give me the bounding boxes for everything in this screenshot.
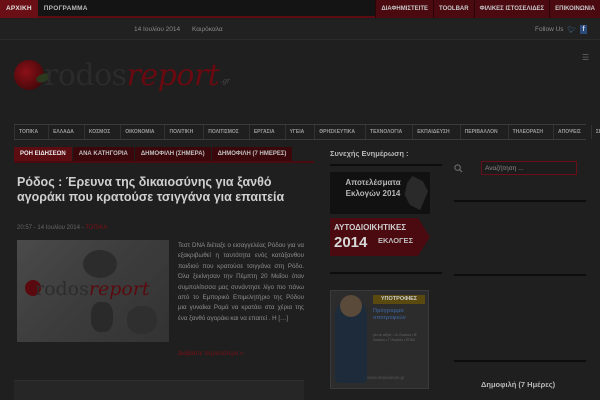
divider bbox=[330, 164, 442, 166]
site-logo[interactable]: rodosreport .gr bbox=[14, 54, 244, 104]
search-input[interactable] bbox=[481, 161, 577, 175]
page: ΑΡΧΙΚΗ ΠΡΟΓΡΑΜΜΑ ΔΙΑΦΗΜΙΣΤΕΙΤΕ TOOLBAR Φ… bbox=[0, 0, 600, 400]
scholarship-ad[interactable]: ΥΠΟΤΡΟΦΙΕΣ Πρόγραμμα υποτροφιών για τις … bbox=[330, 290, 429, 389]
current-date: 14 Ιουλίου 2014 bbox=[134, 26, 181, 33]
nav-item-ergasia[interactable]: ΕΡΓΑΣΙΑ bbox=[248, 125, 279, 139]
nav-item-thriskeftika[interactable]: ΘΡΗΣΚΕΥΤΙΚΑ bbox=[314, 125, 359, 139]
search-icon[interactable] bbox=[454, 164, 463, 173]
main-nav: ΤΟΠΙΚΑ ΕΛΛΑΔΑ ΚΟΣΜΟΣ ΟΙΚΟΝΟΜΙΑ ΠΟΛΙΤΙΚΗ … bbox=[14, 124, 600, 140]
logo-tld: .gr bbox=[221, 76, 231, 85]
nav-item-ellada[interactable]: ΕΛΛΑΔΑ bbox=[48, 125, 78, 139]
top-link-home[interactable]: ΑΡΧΙΚΗ bbox=[0, 0, 38, 18]
next-article-card bbox=[14, 380, 304, 400]
local-elections-bottom: ΕΚΛΟΓΕΣ bbox=[378, 236, 414, 245]
nav-item-perivallon[interactable]: ΠΕΡΙΒΑΛΛΟΝ bbox=[459, 125, 502, 139]
divider bbox=[454, 360, 586, 362]
top-link-program[interactable]: ΠΡΟΓΡΑΜΜΑ bbox=[38, 0, 94, 18]
twitter-icon[interactable]: 🐦︎ bbox=[567, 26, 576, 34]
top-bar: ΑΡΧΙΚΗ ΠΡΟΓΡΑΜΜΑ ΔΙΑΦΗΜΙΣΤΕΙΤΕ TOOLBAR Φ… bbox=[0, 0, 600, 18]
ad-details: για τις τάξεις: • Α' Λυκείου • Β' Λυκείο… bbox=[373, 333, 417, 342]
nav-item-ygeia[interactable]: ΥΓΕΙΑ bbox=[284, 125, 309, 139]
date-row: 14 Ιουλίου 2014 Καιρόκαλα Follow Us 🐦︎ f bbox=[0, 20, 600, 40]
article-title[interactable]: Ρόδος : Έρευνα της δικαιοσύνης για ξανθό… bbox=[17, 175, 307, 205]
article-date: 14 Ιουλίου 2014 bbox=[37, 225, 80, 231]
top-link-contact[interactable]: ΕΠΙΚΟΙΝΩΝΙΑ bbox=[549, 0, 600, 18]
divider bbox=[454, 274, 586, 276]
ad-subtitle: Πρόγραμμα υποτροφιών bbox=[373, 308, 406, 321]
top-bar-left: ΑΡΧΙΚΗ ΠΡΟΓΡΑΜΜΑ bbox=[0, 0, 94, 18]
popular-7days-title: Δημοφιλή (7 Ημέρες) bbox=[481, 380, 556, 389]
child-head bbox=[340, 295, 362, 317]
election-results-label: Αποτελέσματα Εκλογών 2014 bbox=[345, 178, 401, 198]
nav-item-topika[interactable]: ΤΟΠΙΚΑ bbox=[14, 125, 42, 139]
nav-item-tileorasi[interactable]: ΤΗΛΕΟΡΑΣΗ bbox=[507, 125, 547, 139]
local-elections-banner[interactable]: ΑΥΤΟΔΙΟΙΚΗΤΙΚΕΣ 2014 ΕΚΛΟΓΕΣ bbox=[330, 218, 430, 256]
article-excerpt: Τεστ DNA διέταξε ο εισαγγελέας Ρόδου για… bbox=[178, 242, 304, 322]
local-elections-top: ΑΥΤΟΔΙΟΙΚΗΤΙΚΕΣ bbox=[334, 223, 407, 232]
article-thumbnail[interactable]: rodosreport bbox=[17, 240, 169, 342]
tab-news-feed[interactable]: ΡΟΗ ΕΙΔΗΣΕΩΝ bbox=[14, 147, 72, 161]
nav-item-kosmos[interactable]: ΚΟΣΜΟΣ bbox=[83, 125, 114, 139]
divider bbox=[330, 272, 442, 274]
top-link-advertise[interactable]: ΔΙΑΦΗΜΙΣΤΕΙΤΕ bbox=[375, 0, 434, 18]
read-more-link[interactable]: Διαβάστε περισσότερα » bbox=[178, 351, 243, 357]
tab-by-category[interactable]: ΑΝΑ ΚΑΤΗΓΟΡΙΑ bbox=[72, 147, 134, 161]
logo-wordmark: rodosreport bbox=[44, 58, 220, 93]
live-updates-title: Συνεχής Ενημέρωση : bbox=[330, 149, 409, 158]
nav-item-politismos[interactable]: ΠΟΛΙΤΙΣΜΟΣ bbox=[203, 125, 243, 139]
divider bbox=[454, 200, 586, 202]
nav-item-ekpaidefsi[interactable]: ΕΚΠΑΙΔΕΥΣΗ bbox=[412, 125, 453, 139]
article-time: 20:57 bbox=[17, 225, 33, 231]
nav-item-oikonomia[interactable]: ΟΙΚΟΝΟΜΙΑ bbox=[120, 125, 158, 139]
tab-popular-7days[interactable]: ΔΗΜΟΦΙΛΗ (7 ΗΜΕΡΕΣ) bbox=[211, 147, 293, 161]
election-results-banner[interactable]: Αποτελέσματα Εκλογών 2014 bbox=[330, 172, 430, 214]
ad-website: www.ekpaideusi.gr bbox=[367, 375, 405, 380]
local-elections-year: 2014 bbox=[334, 234, 368, 251]
news-tabs: ΡΟΗ ΕΙΔΗΣΕΩΝ ΑΝΑ ΚΑΤΗΓΟΡΙΑ ΔΗΜΟΦΙΛΗ (ΣΗΜ… bbox=[14, 147, 314, 163]
article-category[interactable]: ΤΟΠΙΚΑ bbox=[85, 225, 107, 231]
thumbnail-watermark: rodosreport bbox=[35, 278, 150, 300]
nav-item-apopseis[interactable]: ΑΠΟΨΕΙΣ bbox=[553, 125, 585, 139]
top-bar-right: ΔΙΑΦΗΜΙΣΤΕΙΤΕ TOOLBAR ΦΙΛΙΚΕΣ ΙΣΤΟΣΕΛΙΔΕ… bbox=[375, 0, 600, 18]
weather-location[interactable]: Καιρόκαλα bbox=[192, 26, 223, 33]
follow-us-label: Follow Us bbox=[535, 26, 564, 33]
menu-icon[interactable]: ☰ bbox=[582, 54, 590, 62]
nav-item-technologia[interactable]: ΤΕΧΝΟΛΟΓΙΑ bbox=[365, 125, 406, 139]
article-meta: 20:57 - 14 Ιουλίου 2014 - ΤΟΠΙΚΑ bbox=[17, 225, 108, 231]
top-link-toolbar[interactable]: TOOLBAR bbox=[433, 0, 474, 18]
nav-item-skandala[interactable]: ΣΚΑΝΔΑΛΑ bbox=[590, 125, 600, 139]
facebook-icon[interactable]: f bbox=[580, 25, 587, 34]
ad-header: ΥΠΟΤΡΟΦΙΕΣ bbox=[373, 295, 425, 304]
nav-item-politiki[interactable]: ΠΟΛΙΤΙΚΗ bbox=[164, 125, 197, 139]
tab-popular-today[interactable]: ΔΗΜΟΦΙΛΗ (ΣΗΜΕΡΑ) bbox=[134, 147, 211, 161]
top-link-friendly-sites[interactable]: ΦΙΛΙΚΕΣ ΙΣΤΟΣΕΛΙΔΕΣ bbox=[473, 0, 550, 18]
